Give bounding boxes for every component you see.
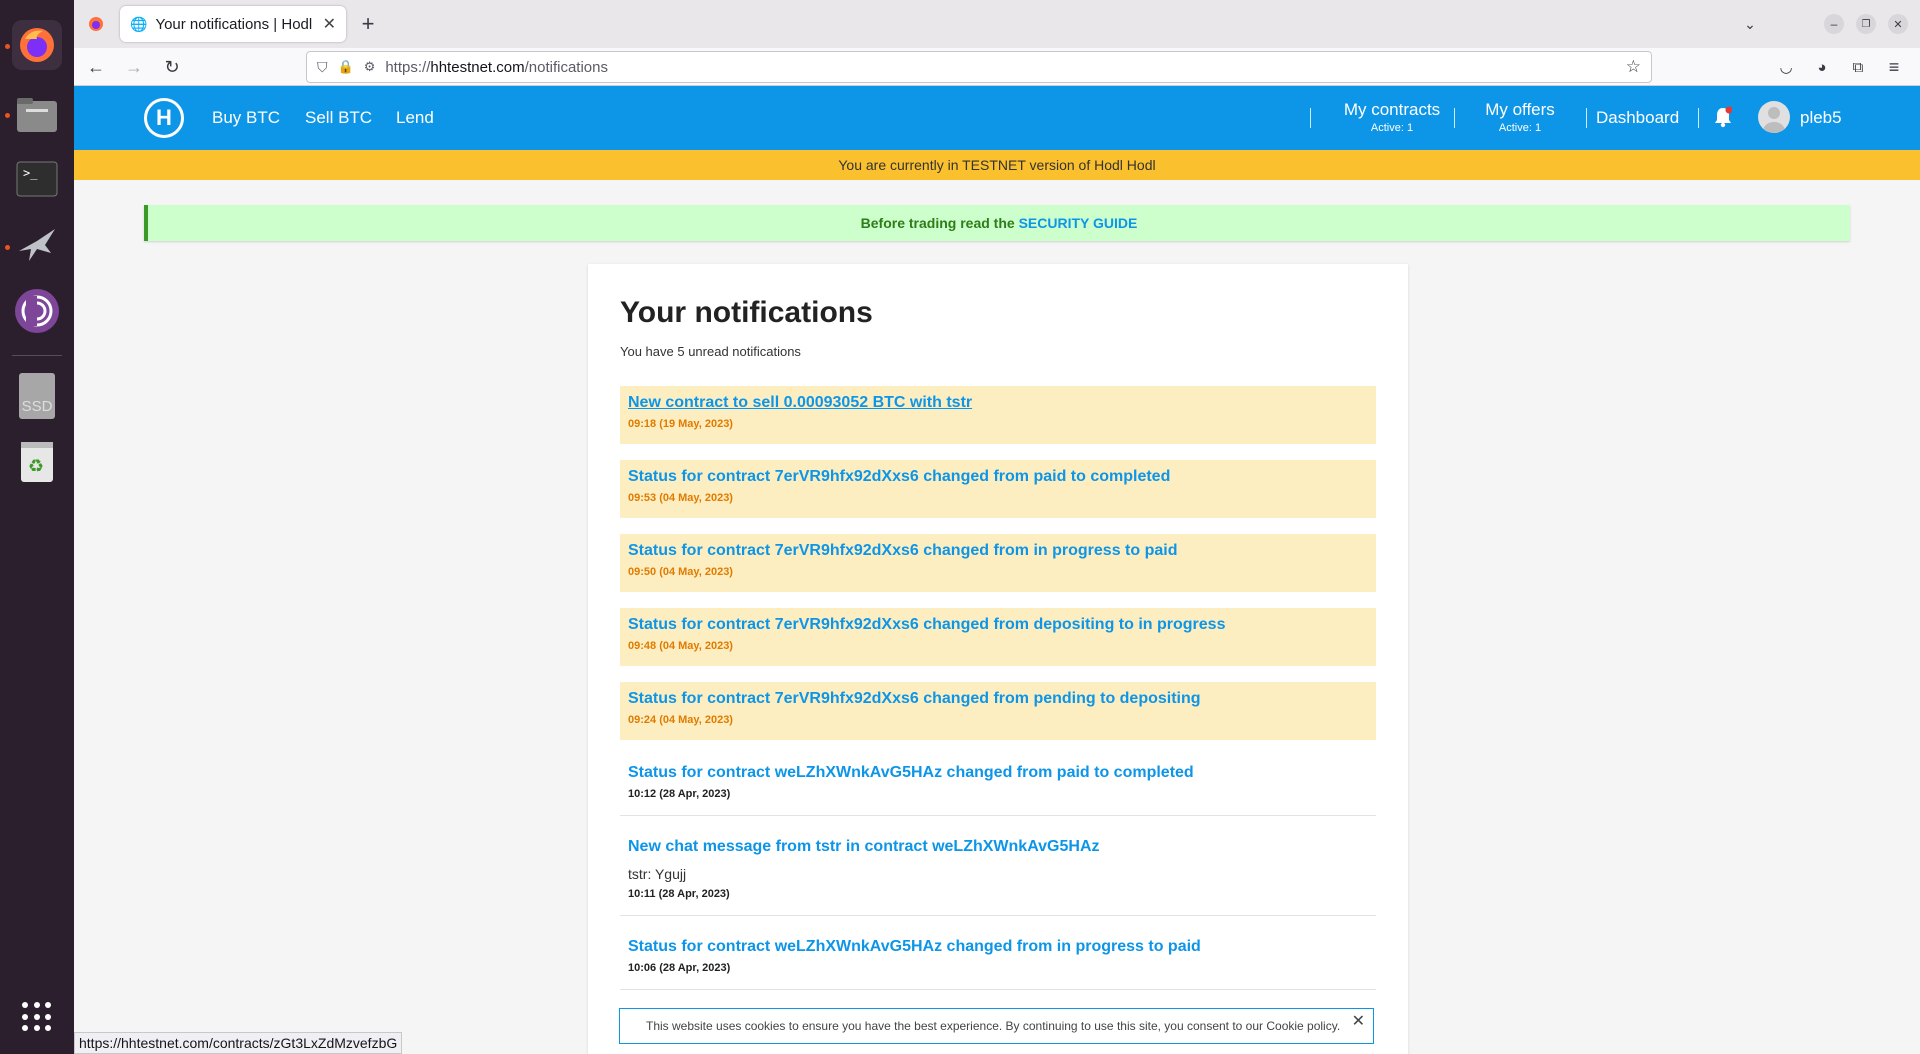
notification-item[interactable]: Status for contract 7erVR9hfx92dXxs6 cha…	[620, 682, 1376, 740]
notification-time: 09:53 (04 May, 2023)	[628, 492, 733, 504]
nav-dashboard[interactable]: Dashboard	[1596, 108, 1679, 128]
nav-lend[interactable]: Lend	[396, 108, 434, 128]
shield-icon[interactable]: ⛉	[317, 59, 328, 76]
nav-buy-btc[interactable]: Buy BTC	[212, 108, 280, 128]
ubuntu-dock: >_ SSD ♻	[0, 0, 74, 1054]
nav-separator	[1310, 108, 1311, 128]
active-tab[interactable]: 🌐 Your notifications | Hodl ✕	[120, 6, 346, 42]
notification-title[interactable]: New chat message from tstr in contract w…	[628, 838, 1368, 856]
reload-icon[interactable]: ↻	[160, 55, 184, 79]
url-bar[interactable]: ⛉ 🔒 ⚙ https://hhtestnet.com/notification…	[306, 51, 1652, 83]
notification-item[interactable]: New chat message from tstr in contract w…	[620, 830, 1376, 916]
notification-time: 10:11 (28 Apr, 2023)	[628, 888, 730, 900]
globe-icon: 🌐	[130, 15, 148, 32]
firefox-icon[interactable]	[12, 20, 62, 70]
testnet-banner: You are currently in TESTNET version of …	[74, 150, 1920, 180]
notification-title[interactable]: Status for contract weLZhXWnkAvG5HAz cha…	[628, 764, 1368, 782]
notifications-bell-icon[interactable]	[1714, 106, 1733, 133]
restore-icon[interactable]: ❐	[1856, 14, 1876, 34]
notification-time: 10:12 (28 Apr, 2023)	[628, 788, 731, 800]
cookie-text: This website uses cookies to ensure you …	[646, 1019, 1341, 1033]
security-guide-prefix: Before trading read the	[860, 215, 1019, 231]
lock-icon[interactable]: 🔒	[338, 59, 354, 75]
username[interactable]: pleb5	[1800, 108, 1842, 128]
url-host: hhtestnet.com	[430, 58, 525, 76]
cookie-banner: This website uses cookies to ensure you …	[619, 1008, 1374, 1044]
unread-count-text: You have 5 unread notifications	[620, 344, 801, 359]
firefox-view-icon[interactable]	[84, 12, 108, 36]
notification-title[interactable]: Status for contract 7erVR9hfx92dXxs6 cha…	[628, 468, 1368, 486]
svg-text:♻: ♻	[28, 456, 44, 477]
site-header: H Buy BTC Sell BTC Lend My contracts Act…	[74, 86, 1920, 150]
link-status-bar: https://hhtestnet.com/contracts/zGt3LxZd…	[74, 1032, 403, 1054]
notification-title[interactable]: Status for contract 7erVR9hfx92dXxs6 cha…	[628, 690, 1368, 708]
app-grid-icon[interactable]	[22, 1002, 52, 1032]
notification-title[interactable]: Status for contract 7erVR9hfx92dXxs6 cha…	[628, 616, 1368, 634]
notification-body: tstr: Ygujj	[628, 866, 687, 882]
notification-item[interactable]: Status for contract 7erVR9hfx92dXxs6 cha…	[620, 460, 1376, 518]
trash-icon[interactable]: ♻	[12, 436, 62, 486]
pocket-icon[interactable]: ◡	[1774, 55, 1798, 79]
browser-nav-bar: ← → ↻ ⛉ 🔒 ⚙ https://hhtestnet.com/notifi…	[74, 48, 1920, 86]
tab-title: Your notifications | Hodl	[155, 15, 313, 33]
dock-separator	[12, 355, 62, 356]
my-contracts-active: Active: 1	[1370, 122, 1414, 134]
notification-title[interactable]: Status for contract weLZhXWnkAvG5HAz cha…	[628, 938, 1368, 956]
nav-my-contracts[interactable]: My contracts Active: 1	[1328, 100, 1456, 134]
notification-time: 10:06 (28 Apr, 2023)	[628, 962, 731, 974]
browser-tab-bar: 🌐 Your notifications | Hodl ✕ + ⌄ – ❐ ✕	[74, 0, 1920, 48]
running-indicator	[5, 113, 10, 118]
security-guide-banner: Before trading read the SECURITY GUIDE	[144, 205, 1850, 241]
page-title: Your notifications	[620, 296, 873, 329]
back-arrow-icon[interactable]: ←	[84, 55, 108, 79]
ssd-drive-label: SSD	[19, 373, 55, 419]
notification-time: 09:18 (19 May, 2023)	[628, 418, 733, 430]
new-tab-icon[interactable]: +	[356, 11, 380, 36]
avatar[interactable]	[1758, 101, 1790, 133]
url-prefix: https://	[385, 58, 431, 76]
notification-item[interactable]: Status for contract 7erVR9hfx92dXxs6 cha…	[620, 608, 1376, 666]
nav-separator	[1454, 108, 1455, 128]
bookmark-star-icon[interactable]: ☆	[1626, 57, 1641, 77]
running-indicator	[5, 44, 10, 49]
terminal-icon[interactable]: >_	[12, 154, 62, 204]
nav-my-offers[interactable]: My offers Active: 1	[1470, 100, 1570, 134]
web-page: H Buy BTC Sell BTC Lend My contracts Act…	[74, 86, 1920, 1054]
url-path: /notifications	[524, 58, 608, 76]
notification-title[interactable]: Status for contract 7erVR9hfx92dXxs6 cha…	[628, 542, 1368, 560]
hodlhodl-logo[interactable]: H	[144, 98, 184, 138]
bird-app-icon[interactable]	[12, 220, 62, 270]
my-offers-label: My offers	[1485, 100, 1555, 119]
nav-separator	[1698, 108, 1699, 128]
notification-item[interactable]: New contract to sell 0.00093052 BTC with…	[620, 386, 1376, 444]
nav-separator	[1586, 108, 1587, 128]
forward-arrow-icon[interactable]: →	[122, 55, 146, 79]
notification-title[interactable]: New contract to sell 0.00093052 BTC with…	[628, 394, 1368, 412]
list-tabs-chevron-icon[interactable]: ⌄	[1738, 12, 1762, 36]
ssd-drive-icon[interactable]: SSD	[12, 371, 62, 421]
svg-text:>_: >_	[23, 166, 38, 180]
running-indicator	[5, 245, 10, 250]
minimize-icon[interactable]: –	[1824, 14, 1844, 34]
files-icon[interactable]	[12, 90, 62, 140]
security-guide-link[interactable]: SECURITY GUIDE	[1019, 215, 1138, 231]
my-offers-active: Active: 1	[1498, 122, 1542, 134]
extensions-puzzle-icon[interactable]: ⧉	[1846, 55, 1870, 79]
notifications-card: Your notifications You have 5 unread not…	[588, 264, 1408, 1054]
notification-item[interactable]: Status for contract 7erVR9hfx92dXxs6 cha…	[620, 534, 1376, 592]
permissions-icon[interactable]: ⚙	[364, 59, 376, 75]
my-contracts-label: My contracts	[1343, 100, 1441, 119]
tor-browser-icon[interactable]	[12, 286, 62, 336]
notification-item[interactable]: Status for contract weLZhXWnkAvG5HAz cha…	[620, 756, 1376, 816]
notification-item[interactable]: Status for contract weLZhXWnkAvG5HAz cha…	[620, 930, 1376, 990]
nav-sell-btc[interactable]: Sell BTC	[305, 108, 372, 128]
notification-time: 09:24 (04 May, 2023)	[628, 714, 733, 726]
cookie-close-icon[interactable]: ✕	[1352, 1005, 1365, 1039]
close-tab-icon[interactable]: ✕	[323, 14, 336, 34]
extension-owl-icon[interactable]: ◕	[1810, 55, 1834, 79]
menu-hamburger-icon[interactable]: ≡	[1882, 55, 1906, 79]
notification-time: 09:50 (04 May, 2023)	[628, 566, 733, 578]
close-window-icon[interactable]: ✕	[1888, 14, 1908, 34]
notification-time: 09:48 (04 May, 2023)	[628, 640, 733, 652]
